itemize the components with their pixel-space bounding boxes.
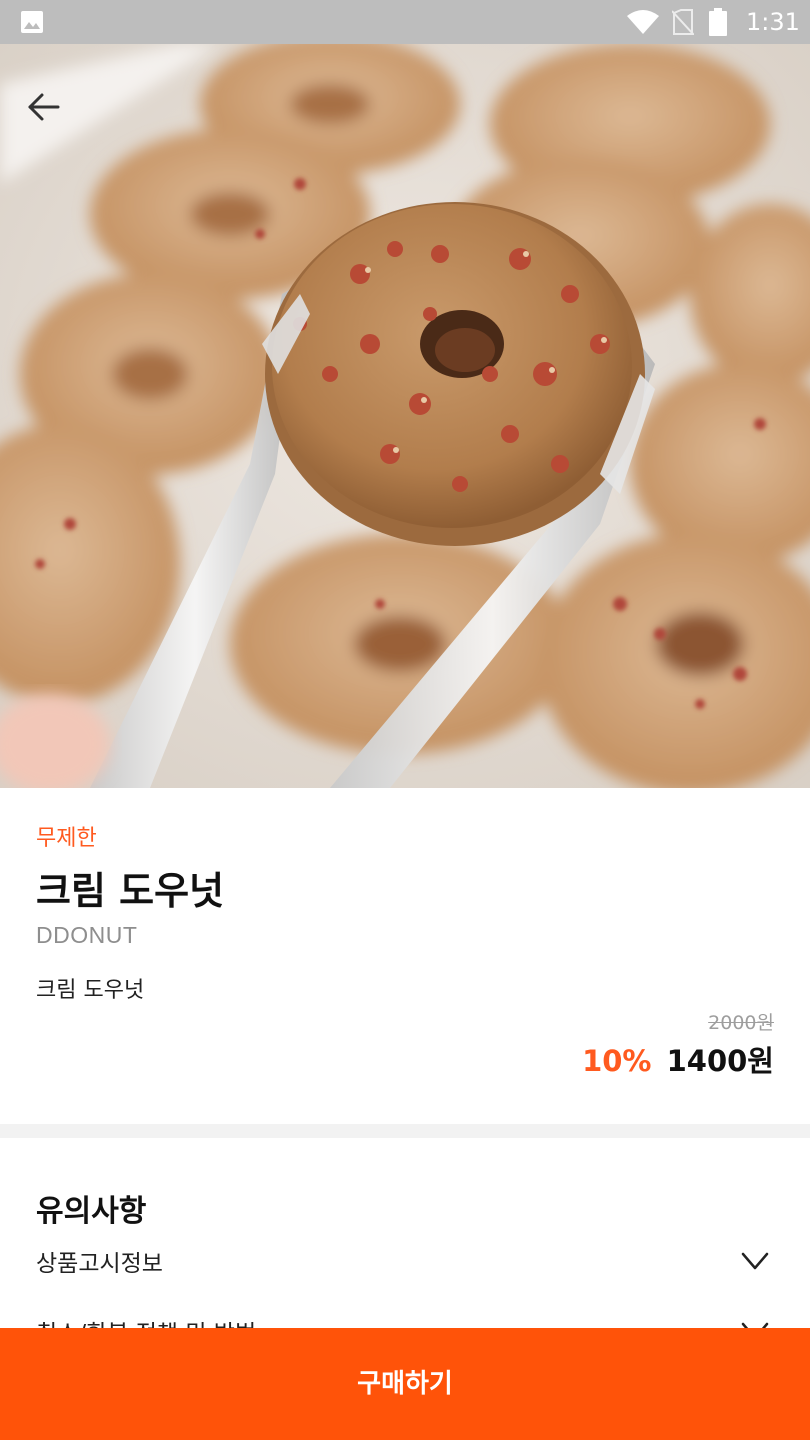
chevron-down-icon bbox=[741, 1252, 769, 1270]
back-button[interactable] bbox=[20, 86, 68, 130]
arrow-left-icon bbox=[28, 93, 60, 121]
product-description: 크림 도우넛 bbox=[36, 978, 145, 1003]
no-sim-icon bbox=[672, 9, 694, 35]
product-detail-screen: 1:31 무제한 크림 도우넛 DDONUT 크림 도우넛 2000원 10% … bbox=[0, 0, 810, 1440]
price-row: 10% 1400원 bbox=[582, 1038, 774, 1080]
buy-button-label: 구매하기 bbox=[357, 1369, 453, 1399]
gallery-icon bbox=[21, 11, 43, 33]
product-title: 크림 도우넛 bbox=[36, 869, 225, 913]
battery-icon bbox=[709, 8, 727, 36]
product-info: 무제한 크림 도우넛 DDONUT 크림 도우넛 2000원 10% 1400원 bbox=[0, 788, 810, 1124]
wifi-icon bbox=[627, 10, 659, 34]
section-divider bbox=[0, 1124, 810, 1138]
brand-name: DDONUT bbox=[36, 922, 138, 948]
status-time: 1:31 bbox=[746, 8, 800, 36]
donut-photo bbox=[0, 44, 810, 788]
notice-title: 유의사항 bbox=[36, 1194, 147, 1229]
original-price: 2000원 bbox=[708, 1012, 774, 1034]
notice-section: 유의사항 상품고시정보 취소/환불 정책 및 방법 bbox=[0, 1138, 810, 1347]
status-bar: 1:31 bbox=[0, 0, 810, 44]
discount-rate: 10% bbox=[582, 1044, 652, 1078]
badge-unlimited: 무제한 bbox=[36, 826, 97, 851]
buy-button[interactable]: 구매하기 bbox=[0, 1328, 810, 1440]
product-image bbox=[0, 44, 810, 788]
final-price: 1400원 bbox=[666, 1044, 774, 1078]
accordion-product-info[interactable]: 상품고시정보 bbox=[0, 1234, 810, 1290]
accordion-label: 상품고시정보 bbox=[36, 1251, 163, 1277]
